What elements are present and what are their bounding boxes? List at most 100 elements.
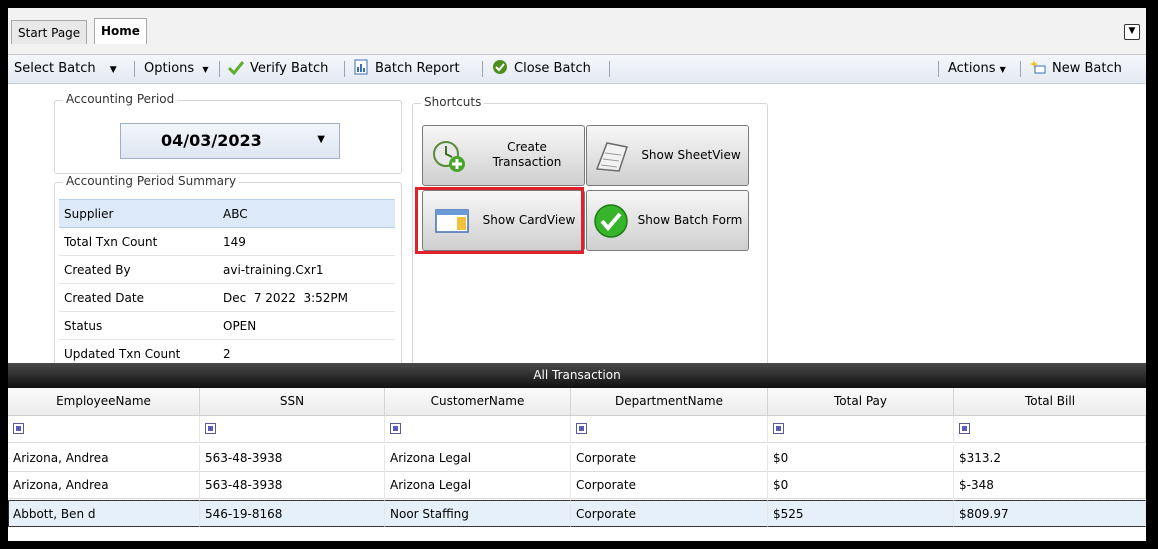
cell-employee-name: Arizona, Andrea [8,445,200,472]
options-label: Options [144,61,195,76]
report-icon [354,59,368,75]
table-row[interactable]: Arizona, Andrea 563-48-3938 Arizona Lega… [8,472,1146,499]
cell-department-name: Corporate [571,445,768,472]
toolbar: Select Batch ▼ Options ▼ Verify Batch Ba… [8,55,1146,84]
shortcuts-title: Shortcuts [421,95,485,109]
tab-list-dropdown-icon[interactable]: ▼ [1124,24,1140,40]
tab-home[interactable]: Home [94,18,147,44]
select-batch-dropdown[interactable]: Select Batch ▼ [14,55,117,83]
filter-icon[interactable] [13,423,24,434]
summary-label: Status [59,311,218,340]
summary-label: Created Date [59,283,218,312]
toolbar-divider [482,61,483,77]
filter-cell[interactable] [571,416,768,443]
options-menu-button[interactable]: Options ▼ [144,55,208,83]
summary-value: ABC [218,199,395,228]
column-header-customer-name[interactable]: CustomerName [385,388,571,415]
cell-ssn: 563-48-3938 [200,445,385,472]
new-batch-button[interactable]: New Batch [1030,55,1122,83]
create-transaction-icon [433,141,465,172]
cell-total-pay: $0 [768,472,954,499]
table-row[interactable]: Arizona, Andrea 563-48-3938 Arizona Lega… [8,445,1146,472]
toolbar-divider [134,61,135,77]
filter-icon[interactable] [959,423,970,434]
column-header-ssn[interactable]: SSN [200,388,385,415]
filter-icon[interactable] [576,423,587,434]
batch-report-button[interactable]: Batch Report [353,55,460,83]
accounting-period-value: 04/03/2023 [161,131,262,150]
app-window: Start Page Home ▼ Select Batch ▼ Options… [8,8,1146,541]
summary-table: Supplier ABC Total Txn Count 149 Created… [59,199,395,368]
check-circle-icon [493,60,507,74]
filter-icon[interactable] [773,423,784,434]
cell-total-bill: $809.97 [954,500,1146,527]
filter-cell[interactable] [768,416,954,443]
new-item-icon [1030,60,1046,74]
column-header-employee-name[interactable]: EmployeeName [8,388,200,415]
filter-cell[interactable] [8,416,200,443]
cell-employee-name: Abbott, Ben d [8,500,200,527]
create-transaction-button[interactable]: Create Transaction [422,125,585,186]
cell-customer-name: Arizona Legal [385,445,571,472]
show-batch-form-button[interactable]: Show Batch Form [586,190,749,251]
filter-cell[interactable] [954,416,1146,443]
table-row-selected[interactable]: Abbott, Ben d 546-19-8168 Noor Staffing … [8,500,1146,527]
summary-label: Total Txn Count [59,227,218,256]
tab-strip: Start Page Home ▼ [8,8,1146,55]
cell-customer-name: Noor Staffing [385,500,571,527]
filter-cell[interactable] [385,416,571,443]
cell-customer-name: Arizona Legal [385,472,571,499]
summary-row-created-date[interactable]: Created Date Dec 7 2022 3:52PM [59,283,395,312]
filter-icon[interactable] [390,423,401,434]
batch-report-label: Batch Report [375,61,460,76]
show-sheetview-button[interactable]: Show SheetView [586,125,749,186]
accounting-period-title: Accounting Period [63,92,178,106]
grid-header-row: EmployeeName SSN CustomerName Department… [8,388,1146,416]
actions-menu-button[interactable]: Actions ▼ [948,55,1006,83]
summary-row-supplier[interactable]: Supplier ABC [59,199,395,228]
summary-value: 149 [218,227,395,256]
actions-label: Actions [948,61,996,76]
summary-row-total-txn-count[interactable]: Total Txn Count 149 [59,227,395,256]
column-header-total-bill[interactable]: Total Bill [954,388,1146,415]
accounting-period-group: Accounting Period 04/03/2023 ▼ [54,92,402,174]
cell-total-bill: $313.2 [954,445,1146,472]
summary-row-created-by[interactable]: Created By avi-training.Cxr1 [59,255,395,284]
summary-title: Accounting Period Summary [63,174,240,188]
cell-ssn: 563-48-3938 [200,472,385,499]
new-batch-label: New Batch [1052,61,1122,76]
toolbar-divider [344,61,345,77]
accounting-period-dropdown[interactable]: 04/03/2023 ▼ [120,123,340,159]
summary-label: Created By [59,255,218,284]
filter-row [8,416,1146,443]
close-batch-label: Close Batch [514,61,591,76]
checkmark-icon [228,61,244,75]
chevron-down-icon: ▼ [317,134,325,145]
cell-employee-name: Arizona, Andrea [8,472,200,499]
filter-cell[interactable] [200,416,385,443]
summary-value: Dec 7 2022 3:52PM [218,283,395,312]
cell-department-name: Corporate [571,500,768,527]
verify-batch-button[interactable]: Verify Batch [228,55,328,83]
cell-department-name: Corporate [571,472,768,499]
select-batch-label: Select Batch [14,61,96,76]
close-batch-button[interactable]: Close Batch [492,55,591,83]
chevron-down-icon: ▼ [109,65,117,75]
create-transaction-label: Create Transaction [492,140,562,169]
column-header-department-name[interactable]: DepartmentName [571,388,768,415]
chevron-down-icon: ▼ [202,65,209,74]
show-batch-form-label: Show Batch Form [637,213,743,227]
summary-label: Supplier [59,199,218,228]
tab-start-page[interactable]: Start Page [11,20,88,44]
column-header-total-pay[interactable]: Total Pay [768,388,954,415]
cell-total-bill: $-348 [954,472,1146,499]
sheetview-icon [595,142,628,172]
toolbar-divider [938,61,939,77]
toolbar-divider [1020,61,1021,77]
cell-total-pay: $525 [768,500,954,527]
summary-value: avi-training.Cxr1 [218,255,395,284]
summary-row-status[interactable]: Status OPEN [59,311,395,340]
filter-icon[interactable] [205,423,216,434]
chevron-down-icon: ▼ [999,65,1006,74]
grid-title: All Transaction [8,363,1146,388]
